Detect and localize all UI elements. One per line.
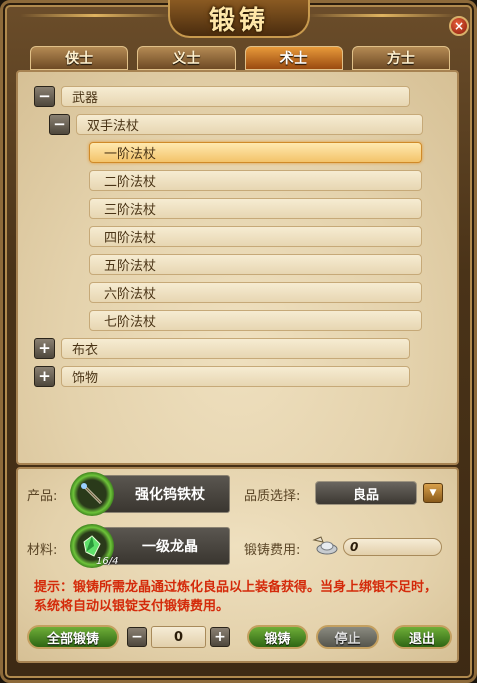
quality-select[interactable]: 良品 <box>315 481 417 505</box>
tree-item: 三阶法杖 <box>89 197 422 219</box>
tree-label-staff[interactable]: 双手法杖 <box>76 113 423 135</box>
tree-item: 七阶法杖 <box>89 309 422 331</box>
tree-item: 六阶法杖 <box>89 281 422 303</box>
tree-item: 二阶法杖 <box>89 169 422 191</box>
stop-button[interactable]: 停止 <box>316 625 379 649</box>
exit-button[interactable]: 退出 <box>392 625 452 649</box>
tree-item-tier3[interactable]: 三阶法杖 <box>89 197 422 219</box>
product-slot[interactable] <box>70 472 114 516</box>
tree-item: 四阶法杖 <box>89 225 422 247</box>
tree-label-accessory[interactable]: 饰物 <box>61 365 410 387</box>
close-icon: × <box>453 19 465 33</box>
class-tabs: 侠士 义士 术士 方士 <box>30 46 450 70</box>
product-name-text: 强化钨铁杖 <box>135 487 205 503</box>
tree-item-tier5[interactable]: 五阶法杖 <box>89 253 422 275</box>
tree-label-weapons[interactable]: 武器 <box>61 85 410 107</box>
tab-shushi[interactable]: 术士 <box>244 46 343 70</box>
chevron-down-icon: ▼ <box>429 488 437 498</box>
dragon-crystal-icon <box>83 535 101 557</box>
tree-item-tier6[interactable]: 六阶法杖 <box>89 281 422 303</box>
tab-fangshi[interactable]: 方士 <box>351 46 450 70</box>
title-ornament-left <box>20 14 170 17</box>
collapse-staff-button[interactable]: − <box>49 113 70 135</box>
tree-item-tier4[interactable]: 四阶法杖 <box>89 225 422 247</box>
tab-yishi[interactable]: 义士 <box>137 46 236 70</box>
title-plate: 锻铸 <box>168 0 310 38</box>
tree-item-tier1[interactable]: 一阶法杖 <box>89 141 422 163</box>
window-title: 锻铸 <box>208 5 269 36</box>
tree-row-cloth: + 布衣 <box>34 337 410 359</box>
forge-button[interactable]: 锻铸 <box>247 625 308 649</box>
tree-row-accessory: + 饰物 <box>34 365 410 387</box>
material-label: 材料: <box>27 543 58 558</box>
quality-dropdown-button[interactable]: ▼ <box>423 483 443 503</box>
collapse-weapons-button[interactable]: − <box>34 85 55 107</box>
tree-item: 一阶法杖 <box>89 141 422 163</box>
increase-button[interactable]: + <box>210 627 230 647</box>
staff-icon <box>81 483 103 505</box>
tree-item: 五阶法杖 <box>89 253 422 275</box>
quantity-field[interactable]: 0 <box>151 626 206 648</box>
silver-ingot-icon <box>312 536 338 555</box>
material-quantity: 16/4 <box>96 556 119 567</box>
tree-item-tier7[interactable]: 七阶法杖 <box>89 309 422 331</box>
material-name-text: 一级龙晶 <box>142 539 198 555</box>
expand-accessory-button[interactable]: + <box>34 365 55 387</box>
title-ornament-right <box>307 14 457 17</box>
tree-item-tier2[interactable]: 二阶法杖 <box>89 169 422 191</box>
tree-row-staff: − 双手法杖 <box>49 113 423 135</box>
tab-xiashi[interactable]: 侠士 <box>30 46 129 70</box>
forge-all-button[interactable]: 全部锻铸 <box>27 625 119 649</box>
quality-label: 品质选择: <box>244 489 301 504</box>
hint-text: 提示：锻铸所需龙晶通过炼化良品以上装备获得。当身上绑银不足时，系统将自动以银锭支… <box>34 580 438 614</box>
cost-label: 锻铸费用: <box>244 543 301 558</box>
close-button[interactable]: × <box>449 16 469 36</box>
decrease-button[interactable]: − <box>127 627 147 647</box>
expand-cloth-button[interactable]: + <box>34 337 55 359</box>
tree-label-cloth[interactable]: 布衣 <box>61 337 410 359</box>
product-label: 产品: <box>27 489 58 504</box>
cost-value: 0 <box>343 538 442 556</box>
tree-row-weapons: − 武器 <box>34 85 410 107</box>
